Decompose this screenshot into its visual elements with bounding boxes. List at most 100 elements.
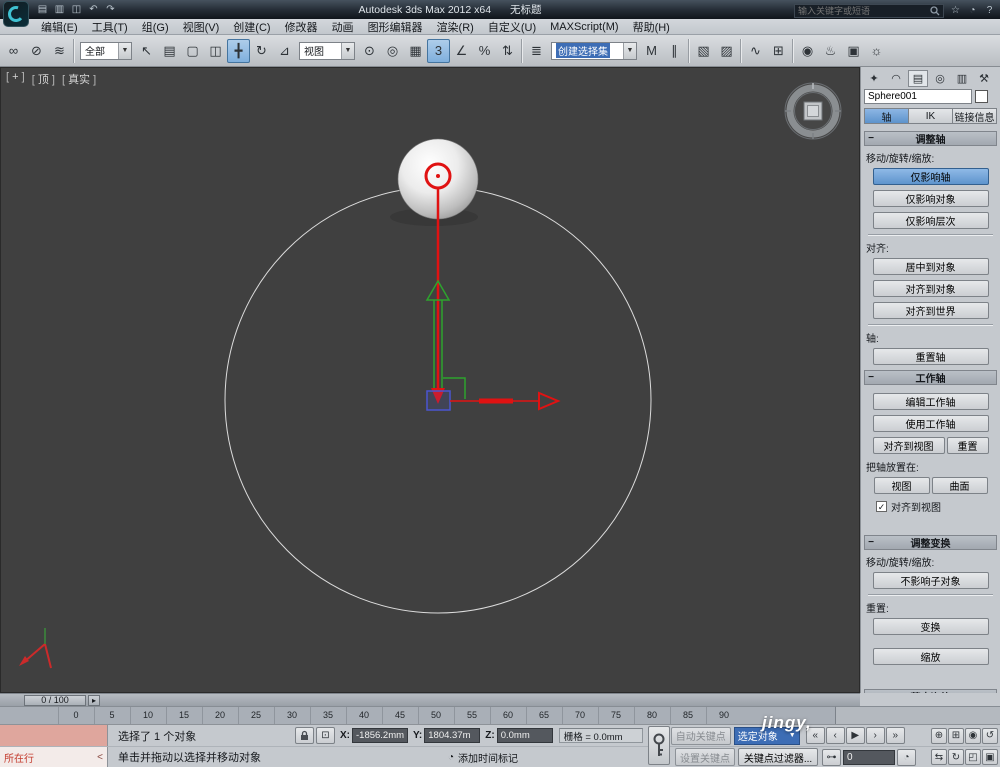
bind-to-space-warp-icon[interactable]: ≋ <box>48 39 71 63</box>
modify-tab-icon[interactable]: ◠ <box>886 70 906 87</box>
selection-lock-toggle[interactable] <box>295 727 314 744</box>
display-tab-icon[interactable]: ▥ <box>952 70 972 87</box>
object-color-swatch[interactable] <box>975 90 988 103</box>
transform-gizmo-center[interactable] <box>426 390 451 411</box>
align-to-view-checkbox[interactable]: ✓ <box>876 501 887 512</box>
reset-working-pivot-button[interactable]: 重置 <box>946 437 989 454</box>
app-logo-icon[interactable] <box>3 1 29 27</box>
zoom-icon[interactable]: ⊕ <box>931 727 947 744</box>
tab-ik[interactable]: IK <box>909 108 953 124</box>
dropdown-arrow-icon[interactable]: ▼ <box>118 42 131 59</box>
selection-filter-dropdown[interactable]: 全部 ▼ <box>80 41 132 60</box>
rendered-frame-window-icon[interactable]: ▣ <box>842 39 865 63</box>
menu-item[interactable]: 视图(V) <box>176 19 227 35</box>
graphite-ribbon-icon[interactable]: ▨ <box>715 39 738 63</box>
tab-link-info[interactable]: 链接信息 <box>953 108 997 124</box>
go-to-end-button[interactable]: » <box>885 727 905 744</box>
maxscript-mini-listener[interactable]: 所在行 < <box>0 747 108 767</box>
y-coordinate-input[interactable] <box>424 728 481 743</box>
listener-scroll-icon[interactable]: < <box>97 752 103 763</box>
orbit-icon[interactable]: ↻ <box>948 749 964 765</box>
use-working-pivot-button[interactable]: 使用工作轴 <box>872 415 989 432</box>
zoom-extents-icon[interactable]: ◉ <box>965 727 981 744</box>
menu-item[interactable]: 工具(T) <box>85 19 135 35</box>
render-setup-icon[interactable]: ♨ <box>819 39 842 63</box>
place-in-view-button[interactable]: 视图 <box>873 477 930 494</box>
menu-item[interactable]: 创建(C) <box>226 19 277 35</box>
affect-hierarchy-only-button[interactable]: 仅影响层次 <box>872 212 989 229</box>
affect-pivot-only-button[interactable]: 仅影响轴 <box>872 168 989 185</box>
layer-manager-icon[interactable]: ▧ <box>692 39 715 63</box>
viewcube[interactable] <box>784 82 842 140</box>
snap-toggle-3d-icon[interactable]: 3 <box>427 38 450 63</box>
utilities-tab-icon[interactable]: ⚒ <box>974 70 994 87</box>
zoom-region-icon[interactable]: ↺ <box>982 727 998 744</box>
align-to-world-button[interactable]: 对齐到世界 <box>872 302 989 319</box>
time-configuration-button[interactable]: ◔ <box>897 748 916 766</box>
menu-item[interactable]: 修改器 <box>278 19 325 35</box>
select-and-link-icon[interactable]: ∞ <box>2 39 25 63</box>
material-editor-icon[interactable]: ◉ <box>796 39 819 63</box>
tab-pivot[interactable]: 轴 <box>864 108 909 124</box>
x-coordinate-input[interactable] <box>352 728 408 743</box>
named-selection-sets-dropdown[interactable]: 创建选择集 ▼ <box>551 41 637 60</box>
time-slider-next-button[interactable]: ▸ <box>88 694 100 706</box>
reset-pivot-button[interactable]: 重置轴 <box>872 348 989 365</box>
select-and-manipulate-icon[interactable]: ◎ <box>381 39 404 63</box>
search-box[interactable] <box>794 3 944 18</box>
communication-center-icon[interactable]: ◔ <box>966 2 979 19</box>
rollout-skin-pose[interactable]: − 蒙皮姿势 <box>864 689 997 693</box>
select-object-icon[interactable]: ↖ <box>135 39 158 63</box>
save-file-icon[interactable]: ◫ <box>70 1 83 18</box>
maximize-viewport-toggle-icon[interactable]: ◰ <box>965 749 981 765</box>
menu-item[interactable]: 自定义(U) <box>481 19 543 35</box>
rollout-adjust-transform[interactable]: − 调整变换 <box>864 535 997 550</box>
menu-item[interactable]: MAXScript(M) <box>543 21 625 33</box>
track-bar[interactable]: 0 5 10 15 20 25 30 35 40 45 50 55 60 65 70 75 80 85 90 <box>0 706 836 724</box>
next-frame-button[interactable]: › <box>865 727 885 744</box>
place-on-surface-button[interactable]: 曲面 <box>931 477 988 494</box>
viewport-shading-menu[interactable]: 真实 <box>62 71 96 87</box>
rectangular-selection-region-icon[interactable]: ▢ <box>181 39 204 63</box>
render-production-icon[interactable]: ☼ <box>865 39 888 63</box>
zoom-all-icon[interactable]: ⊞ <box>948 727 964 744</box>
motion-tab-icon[interactable]: ◎ <box>930 70 950 87</box>
z-coordinate-input[interactable] <box>496 728 553 743</box>
reset-transform-button[interactable]: 变换 <box>872 618 989 635</box>
key-mode-toggle[interactable]: ⊶ <box>822 748 841 766</box>
dont-affect-children-button[interactable]: 不影响子对象 <box>872 572 989 589</box>
reset-scale-button[interactable]: 缩放 <box>872 648 989 665</box>
menu-item[interactable]: 动画 <box>325 19 361 35</box>
select-by-name-icon[interactable]: ▤ <box>158 39 181 63</box>
reference-coordinate-dropdown[interactable]: 视图 ▼ <box>299 41 355 60</box>
menu-item[interactable]: 渲染(R) <box>430 19 481 35</box>
curve-editor-icon[interactable]: ∿ <box>744 39 767 63</box>
create-tab-icon[interactable]: ✦ <box>864 70 884 87</box>
time-slider-track[interactable]: 0 / 100 ▸ <box>0 693 860 706</box>
affect-object-only-button[interactable]: 仅影响对象 <box>872 190 989 207</box>
viewport-canvas[interactable] <box>1 68 859 692</box>
key-filters-button[interactable]: 关键点过滤器... <box>738 748 818 766</box>
select-and-scale-icon[interactable]: ⊿ <box>273 39 296 63</box>
undo-icon[interactable]: ↶ <box>87 1 100 18</box>
select-and-rotate-icon[interactable]: ↻ <box>250 39 273 63</box>
favorites-star-icon[interactable]: ☆ <box>949 2 962 19</box>
play-animation-button[interactable]: ▶ <box>845 727 865 744</box>
rollout-adjust-pivot[interactable]: − 调整轴 <box>864 131 997 146</box>
viewport-general-menu[interactable]: + <box>6 71 25 87</box>
select-and-move-icon[interactable]: ╋ <box>227 38 250 63</box>
menu-item[interactable]: 图形编辑器 <box>361 19 430 35</box>
percent-snap-icon[interactable]: % <box>473 39 496 63</box>
x-axis-arrowhead[interactable] <box>538 391 561 411</box>
pan-view-icon[interactable]: ⇆ <box>931 749 947 765</box>
hierarchy-tab-icon[interactable]: ▤ <box>908 69 928 87</box>
use-pivot-point-center-icon[interactable]: ⊙ <box>358 39 381 63</box>
menu-item[interactable]: 帮助(H) <box>626 19 677 35</box>
mirror-icon[interactable]: M <box>640 39 663 63</box>
dropdown-arrow-icon[interactable]: ▼ <box>623 42 636 59</box>
set-keys-button[interactable] <box>648 726 670 765</box>
open-file-icon[interactable]: ▥ <box>53 1 66 18</box>
window-crossing-icon[interactable]: ◫ <box>204 39 227 63</box>
angle-snap-icon[interactable]: ∠ <box>450 39 473 63</box>
search-input[interactable] <box>798 5 930 16</box>
